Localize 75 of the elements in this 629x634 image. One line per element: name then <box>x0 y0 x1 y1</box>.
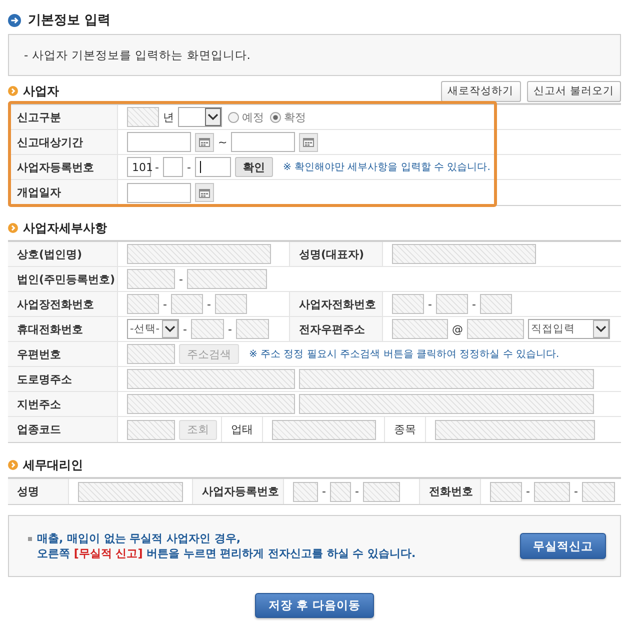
header-button[interactable]: 신고서 불러오기 <box>526 80 621 102</box>
section-title: 사업자 <box>23 82 59 100</box>
field-label: 법인(주민등록번호) <box>8 267 118 291</box>
field-label: 성명 <box>8 479 69 504</box>
input-field[interactable] <box>231 132 296 152</box>
field-label: 상호(법인명) <box>8 242 118 266</box>
separator-text: - <box>472 298 476 310</box>
arrow-circle-icon <box>8 14 21 26</box>
save-next-button[interactable]: 저장 후 다음이동 <box>255 593 374 618</box>
field-label: 휴대전화번호 <box>8 317 118 341</box>
field-label: 종목 <box>385 417 426 442</box>
separator-text: - <box>183 322 187 336</box>
dropdown[interactable] <box>178 107 222 127</box>
calendar-icon <box>303 137 314 147</box>
input-field[interactable] <box>162 157 183 177</box>
chevron-circle-icon <box>8 460 18 470</box>
calendar-icon <box>199 188 210 198</box>
unit-text: 년 <box>163 110 174 124</box>
field-label: 사업자등록번호 <box>8 155 118 179</box>
notice-text: 매출, 매입이 없는 무실적 사업자인 경우, 오른쪽 [무실적 신고] 버튼을 누르면 편리하게 전자신고를 하실 수 있습니다. <box>37 531 416 561</box>
separator-text: - <box>574 485 578 498</box>
field-label: 업태 <box>222 417 263 442</box>
separator-text: - <box>322 485 326 498</box>
form-button[interactable]: 확인 <box>234 157 273 177</box>
text-cursor-icon <box>200 161 201 173</box>
field-label: 도로명주소 <box>8 367 118 391</box>
dropdown[interactable]: -선택- <box>127 319 179 339</box>
field-label: 전자우편주소 <box>290 317 383 341</box>
hint-text: ※ 확인해야만 세부사항을 입력할 수 있습니다. <box>282 161 490 174</box>
info-text: - 사업자 기본정보를 입력하는 화면입니다. <box>24 48 250 62</box>
calendar-button[interactable] <box>195 132 214 152</box>
separator-text: - <box>186 160 191 174</box>
input-field[interactable] <box>194 157 231 177</box>
field-label: 사업자등록번호 <box>193 479 284 504</box>
no-sales-report-button[interactable]: 무실적신고 <box>520 533 606 559</box>
chevron-down-icon <box>162 320 178 338</box>
input-field[interactable]: 101 <box>127 157 151 177</box>
chevron-circle-icon <box>8 86 18 96</box>
input-field[interactable] <box>127 132 191 152</box>
field-label: 신고구분 <box>8 105 118 129</box>
separator-text: - <box>163 298 167 310</box>
chevron-circle-icon <box>8 223 18 233</box>
calendar-button[interactable] <box>195 183 214 202</box>
separator-text: - <box>179 272 183 286</box>
separator-text: - <box>354 485 359 498</box>
header-button[interactable]: 새로작성하기 <box>440 80 521 102</box>
separator-text: - <box>428 298 432 310</box>
separator-text: - <box>155 160 159 174</box>
field-label: 신고대상기간 <box>8 130 118 154</box>
field-label: 지번주소 <box>8 392 118 416</box>
field-label: 개업일자 <box>8 180 118 205</box>
separator-text: - <box>526 485 530 498</box>
radio-option[interactable]: 예정 <box>228 110 264 124</box>
field-label: 전화번호 <box>420 479 481 504</box>
field-label: 성명(대표자) <box>290 242 383 266</box>
page-title: 기본정보 입력 <box>28 12 111 29</box>
separator-text: ~ <box>218 136 228 148</box>
dropdown[interactable]: 직접입력 <box>528 319 610 339</box>
field-label: 사업자전화번호 <box>290 292 383 316</box>
input-field[interactable] <box>127 182 191 202</box>
hint-text: ※ 주소 정정 필요시 주소검색 버튼을 클릭하여 정정하실 수 있습니다. <box>249 348 560 361</box>
field-label: 우편번호 <box>8 342 118 366</box>
separator-text: - <box>228 322 232 336</box>
radio-option[interactable]: 확정 <box>270 110 306 124</box>
bullet-icon <box>28 537 32 541</box>
field-label: 업종코드 <box>8 417 118 442</box>
section-title: 사업자세부사항 <box>23 220 107 236</box>
calendar-icon <box>199 137 210 147</box>
field-label: 사업장전화번호 <box>8 292 118 316</box>
section-title: 세무대리인 <box>23 456 83 474</box>
separator-text: @ <box>452 322 463 336</box>
separator-text: - <box>206 298 211 310</box>
chevron-down-icon <box>593 320 609 338</box>
calendar-button[interactable] <box>299 132 318 152</box>
chevron-down-icon <box>205 108 221 126</box>
